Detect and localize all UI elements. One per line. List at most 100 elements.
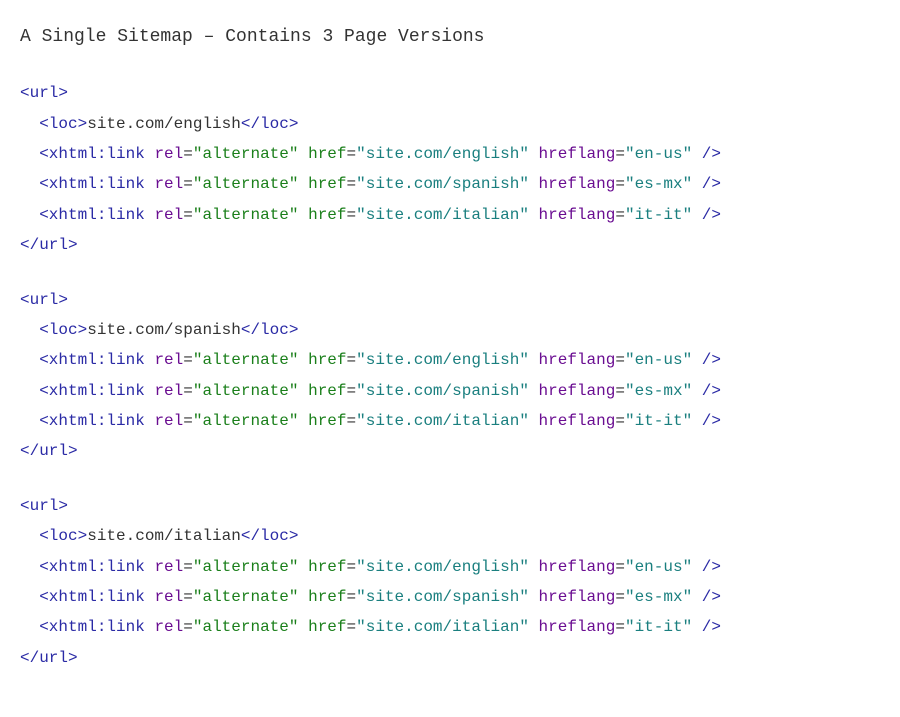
- attr-hreflang-name: hreflang: [539, 351, 616, 369]
- attr-hreflang-value: "it-it": [625, 206, 692, 224]
- xhtml-link-line: <xhtml:link rel="alternate" href="site.c…: [20, 552, 880, 582]
- attr-rel-name: rel: [154, 351, 183, 369]
- url-close-tag: </url>: [20, 442, 78, 460]
- xhtml-link-tag: <xhtml:link: [39, 206, 145, 224]
- self-close: />: [692, 588, 721, 606]
- attr-hreflang-name: hreflang: [539, 558, 616, 576]
- self-close: />: [692, 351, 721, 369]
- loc-value: site.com/spanish: [87, 321, 241, 339]
- attr-rel-name: rel: [154, 382, 183, 400]
- url-open-tag: <url>: [20, 491, 880, 521]
- url-open-tag: <url>: [20, 285, 880, 315]
- attr-hreflang-name: hreflang: [539, 145, 616, 163]
- attr-rel-value: "alternate": [193, 145, 299, 163]
- attr-href-name: href: [308, 412, 346, 430]
- xhtml-link-line: <xhtml:link rel="alternate" href="site.c…: [20, 200, 880, 230]
- self-close: />: [692, 618, 721, 636]
- xhtml-link-tag: <xhtml:link: [39, 558, 145, 576]
- loc-value: site.com/italian: [87, 527, 241, 545]
- attr-href-name: href: [308, 206, 346, 224]
- attr-href-name: href: [308, 618, 346, 636]
- attr-rel-name: rel: [154, 618, 183, 636]
- url-block: <url><loc>site.com/english</loc><xhtml:l…: [20, 78, 880, 260]
- attr-rel-name: rel: [154, 558, 183, 576]
- attr-href-name: href: [308, 175, 346, 193]
- attr-href-name: href: [308, 382, 346, 400]
- url-close-tag-line: </url>: [20, 436, 880, 466]
- code-listing: <url><loc>site.com/english</loc><xhtml:l…: [20, 78, 880, 673]
- loc-close-tag: </loc>: [241, 527, 299, 545]
- attr-hreflang-name: hreflang: [539, 618, 616, 636]
- attr-rel-name: rel: [154, 588, 183, 606]
- url-close-tag-line: </url>: [20, 643, 880, 673]
- xhtml-link-tag: <xhtml:link: [39, 351, 145, 369]
- attr-hreflang-value: "en-us": [625, 558, 692, 576]
- attr-rel-value: "alternate": [193, 558, 299, 576]
- xhtml-link-tag: <xhtml:link: [39, 175, 145, 193]
- loc-open-tag: <loc>: [39, 527, 87, 545]
- loc-line: <loc>site.com/italian</loc>: [20, 521, 880, 551]
- xhtml-link-tag: <xhtml:link: [39, 588, 145, 606]
- tag-text: <url>: [20, 497, 68, 515]
- attr-hreflang-name: hreflang: [539, 412, 616, 430]
- self-close: />: [692, 145, 721, 163]
- self-close: />: [692, 382, 721, 400]
- attr-hreflang-name: hreflang: [539, 588, 616, 606]
- attr-rel-value: "alternate": [193, 412, 299, 430]
- attr-rel-name: rel: [154, 412, 183, 430]
- url-block: <url><loc>site.com/spanish</loc><xhtml:l…: [20, 285, 880, 467]
- loc-value: site.com/english: [87, 115, 241, 133]
- attr-href-name: href: [308, 145, 346, 163]
- url-close-tag-line: </url>: [20, 230, 880, 260]
- xhtml-link-line: <xhtml:link rel="alternate" href="site.c…: [20, 139, 880, 169]
- attr-rel-name: rel: [154, 206, 183, 224]
- attr-hreflang-name: hreflang: [539, 206, 616, 224]
- attr-hreflang-value: "en-us": [625, 351, 692, 369]
- self-close: />: [692, 412, 721, 430]
- tag-text: <url>: [20, 291, 68, 309]
- attr-rel-value: "alternate": [193, 206, 299, 224]
- attr-href-value: "site.com/italian": [356, 206, 529, 224]
- attr-rel-value: "alternate": [193, 175, 299, 193]
- xhtml-link-line: <xhtml:link rel="alternate" href="site.c…: [20, 406, 880, 436]
- xhtml-link-line: <xhtml:link rel="alternate" href="site.c…: [20, 582, 880, 612]
- attr-rel-name: rel: [154, 175, 183, 193]
- url-close-tag: </url>: [20, 236, 78, 254]
- attr-href-name: href: [308, 351, 346, 369]
- self-close: />: [692, 175, 721, 193]
- attr-href-value: "site.com/english": [356, 351, 529, 369]
- attr-hreflang-value: "it-it": [625, 618, 692, 636]
- loc-line: <loc>site.com/english</loc>: [20, 109, 880, 139]
- xhtml-link-line: <xhtml:link rel="alternate" href="site.c…: [20, 345, 880, 375]
- xhtml-link-line: <xhtml:link rel="alternate" href="site.c…: [20, 169, 880, 199]
- xhtml-link-line: <xhtml:link rel="alternate" href="site.c…: [20, 376, 880, 406]
- loc-line: <loc>site.com/spanish</loc>: [20, 315, 880, 345]
- loc-open-tag: <loc>: [39, 321, 87, 339]
- loc-open-tag: <loc>: [39, 115, 87, 133]
- attr-hreflang-value: "es-mx": [625, 382, 692, 400]
- attr-rel-value: "alternate": [193, 588, 299, 606]
- attr-hreflang-value: "en-us": [625, 145, 692, 163]
- attr-hreflang-name: hreflang: [539, 175, 616, 193]
- url-close-tag: </url>: [20, 649, 78, 667]
- loc-close-tag: </loc>: [241, 321, 299, 339]
- attr-href-value: "site.com/spanish": [356, 382, 529, 400]
- attr-href-value: "site.com/english": [356, 145, 529, 163]
- attr-href-value: "site.com/english": [356, 558, 529, 576]
- attr-rel-value: "alternate": [193, 618, 299, 636]
- attr-hreflang-value: "es-mx": [625, 175, 692, 193]
- attr-hreflang-value: "es-mx": [625, 588, 692, 606]
- attr-href-value: "site.com/italian": [356, 618, 529, 636]
- url-open-tag: <url>: [20, 78, 880, 108]
- attr-hreflang-value: "it-it": [625, 412, 692, 430]
- self-close: />: [692, 206, 721, 224]
- loc-close-tag: </loc>: [241, 115, 299, 133]
- self-close: />: [692, 558, 721, 576]
- attr-hreflang-name: hreflang: [539, 382, 616, 400]
- xhtml-link-line: <xhtml:link rel="alternate" href="site.c…: [20, 612, 880, 642]
- xhtml-link-tag: <xhtml:link: [39, 618, 145, 636]
- attr-rel-name: rel: [154, 145, 183, 163]
- url-block: <url><loc>site.com/italian</loc><xhtml:l…: [20, 491, 880, 673]
- tag-text: <url>: [20, 84, 68, 102]
- attr-href-value: "site.com/italian": [356, 412, 529, 430]
